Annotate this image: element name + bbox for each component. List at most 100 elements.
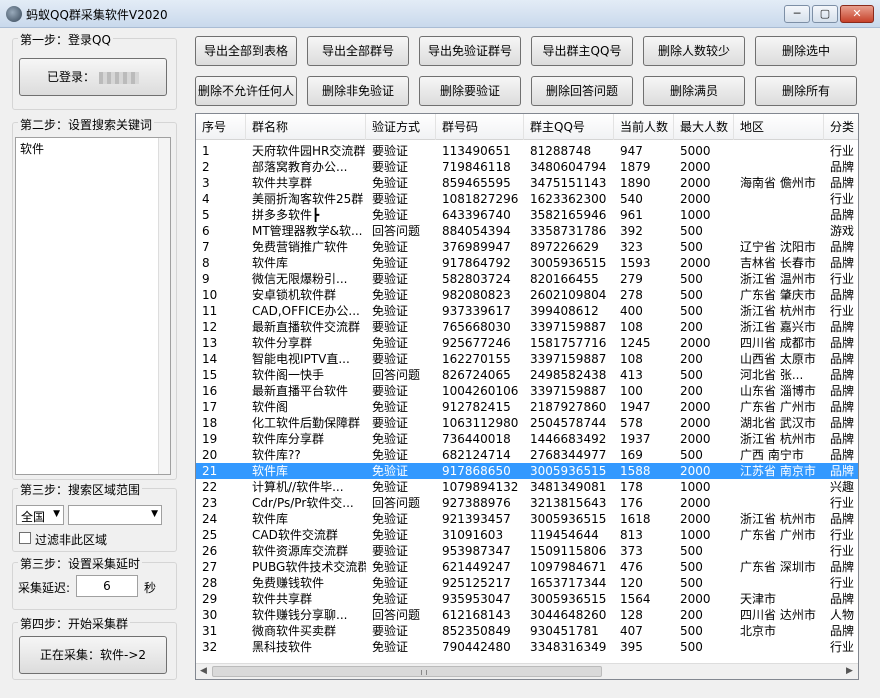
toolbar-button-row1-5[interactable]: 删除人数较少	[643, 36, 745, 66]
table-cell: 回答问题	[372, 224, 421, 238]
table-row[interactable]: 2 部落窝教育办公... 要验证 719846118 3480604794 1879 200…	[196, 159, 858, 175]
toolbar-button-row1-2[interactable]: 导出全部群号	[307, 36, 409, 66]
table-cell: 免验证	[372, 432, 409, 446]
table-row[interactable]: 19 软件库分享群 免验证 736440018 1446683492 1937 2000 浙江…	[196, 431, 858, 447]
city-select[interactable]: ▼	[68, 505, 162, 525]
toolbar-button-row1-1[interactable]: 导出全部到表格	[195, 36, 297, 66]
minimize-button[interactable]: ─	[784, 5, 810, 23]
scroll-left-icon[interactable]: ◀	[200, 666, 207, 676]
column-header[interactable]: 当前人数	[614, 114, 674, 140]
table-row[interactable]: 29 软件共享群 免验证 935953047 3005936515 1564 2000 天津市…	[196, 591, 858, 607]
toolbar-button-row2-3[interactable]: 删除要验证	[419, 76, 521, 106]
table-cell: 免验证	[372, 480, 409, 494]
column-header[interactable]: 群名称	[246, 114, 366, 140]
table-row[interactable]: 12 最新直播软件交流群 要验证 765668030 3397159887 108 200 浙…	[196, 319, 858, 335]
table-row[interactable]: 14 智能电视IPTV直... 要验证 162270155 3397159887 108 2…	[196, 351, 858, 367]
table-row[interactable]: 21 软件库 免验证 917868650 3005936515 1588 2000 江苏省 南…	[196, 463, 858, 479]
toolbar-button-row2-4[interactable]: 删除回答问题	[531, 76, 633, 106]
table-cell: 13	[202, 336, 218, 350]
table-cell: 湖北省 武汉市	[740, 416, 816, 430]
table-row[interactable]: 4 美丽折淘客软件25群 要验证 1081827296 1623362300 540 200…	[196, 191, 858, 207]
scroll-thumb[interactable]	[212, 666, 602, 677]
table-row[interactable]: 26 软件资源库交流群 要验证 953987347 1509115806 373 500 行业	[196, 543, 858, 559]
table-row[interactable]: 25 CAD软件交流群 免验证 31091603 119454644 813 1000 广东省…	[196, 527, 858, 543]
table-cell: 25	[202, 528, 218, 542]
table-cell: 2000	[680, 400, 711, 414]
column-header[interactable]: 群号码	[436, 114, 524, 140]
table-cell: 3	[202, 176, 210, 190]
table-cell: 品牌	[830, 288, 855, 302]
table-row[interactable]: 23 Cdr/Ps/Pr软件交... 回答问题 927388976 3213815643…	[196, 495, 858, 511]
filter-region-checkbox[interactable]	[19, 532, 31, 544]
table-cell: 2000	[680, 416, 711, 430]
table-cell: 16	[202, 384, 218, 398]
column-header[interactable]: 地区	[734, 114, 824, 140]
toolbar-button-row2-1[interactable]: 删除不允许任何人	[195, 76, 297, 106]
table-cell: 500	[680, 576, 703, 590]
table-row[interactable]: 8 软件库 免验证 917864792 3005936515 1593 2000 吉林省 长春…	[196, 255, 858, 271]
table-cell: 937339617	[442, 304, 511, 318]
login-button[interactable]: 已登录：	[19, 58, 167, 96]
table-cell: 15	[202, 368, 218, 382]
table-cell: 2602109804	[530, 288, 607, 302]
toolbar-button-row1-4[interactable]: 导出群主QQ号	[531, 36, 633, 66]
table-row[interactable]: 20 软件库?? 免验证 682124714 2768344977 169 500 广西 南宁…	[196, 447, 858, 463]
table-cell: 1004260106	[442, 384, 519, 398]
table-cell: 免验证	[372, 560, 409, 574]
table-cell: 32	[202, 640, 218, 654]
table-cell: 612168143	[442, 608, 511, 622]
toolbar-button-row2-2[interactable]: 删除非免验证	[307, 76, 409, 106]
delay-input[interactable]: 6	[76, 575, 138, 597]
close-button[interactable]: ✕	[840, 5, 874, 23]
table-cell: 682124714	[442, 448, 511, 462]
toolbar-button-row2-5[interactable]: 删除满员	[643, 76, 745, 106]
table-row[interactable]: 13 软件分享群 免验证 925677246 1581757716 1245 2000 四川省…	[196, 335, 858, 351]
table-cell: 917864792	[442, 256, 511, 270]
table-cell: 826724065	[442, 368, 511, 382]
table-row[interactable]: 3 软件共享群 免验证 859465595 3475151143 1890 2000 海南省 …	[196, 175, 858, 191]
maximize-button[interactable]: ▢	[812, 5, 838, 23]
toolbar-button-row2-6[interactable]: 删除所有	[755, 76, 857, 106]
column-header[interactable]: 验证方式	[366, 114, 436, 140]
toolbar-button-row1-3[interactable]: 导出免验证群号	[419, 36, 521, 66]
table-cell: 23	[202, 496, 218, 510]
table-row[interactable]: 1 天府软件园HR交流群 要验证 113490651 81288748 947 5000 行业	[196, 143, 858, 159]
scroll-right-icon[interactable]: ▶	[846, 666, 853, 676]
table-row[interactable]: 7 免费营销推广软件 免验证 376989947 897226629 323 500 辽宁省 …	[196, 239, 858, 255]
keyword-textarea[interactable]: 软件	[15, 137, 171, 475]
keyword-scrollbar[interactable]	[158, 138, 170, 474]
table-row[interactable]: 27 PUBG软件技术交流群 免验证 621449247 1097984671 476 50…	[196, 559, 858, 575]
column-header[interactable]: 序号	[196, 114, 246, 140]
table-row[interactable]: 32 黑科技软件 免验证 790442480 3348316349 395 500 行业	[196, 639, 858, 655]
table-row[interactable]: 18 化工软件后勤保障群 要验证 1063112980 2504578744 578 200…	[196, 415, 858, 431]
table-row[interactable]: 6 MT管理器教学&软... 回答问题 884054394 3358731786 392 5…	[196, 223, 858, 239]
table-row[interactable]: 11 CAD,OFFICE办公... 免验证 937339617 399408612 40…	[196, 303, 858, 319]
toolbar-button-row1-6[interactable]: 删除选中	[755, 36, 857, 66]
group-results-table[interactable]: 序号 群名称 验证方式 群号码 群主QQ号 当前人数 最大人数 地区 分类 1 天府软件园HR交流…	[195, 113, 859, 680]
table-row[interactable]: 30 软件赚钱分享聊... 回答问题 612168143 3044648260 128 20…	[196, 607, 858, 623]
table-cell: 1446683492	[530, 432, 607, 446]
table-row[interactable]: 10 安卓锁机软件群 免验证 982080823 2602109804 278 500 广东省…	[196, 287, 858, 303]
table-row[interactable]: 17 软件阁 免验证 912782415 2187927860 1947 2000 广东省 广…	[196, 399, 858, 415]
horizontal-scrollbar[interactable]: ◀ ▶	[196, 663, 858, 679]
table-row[interactable]: 5 拼多多软件┣ 免验证 643396740 3582165946 961 1000 品牌	[196, 207, 858, 223]
table-row[interactable]: 31 微商软件买卖群 要验证 852350849 930451781 407 500 北京市 品…	[196, 623, 858, 639]
table-cell: 回答问题	[372, 496, 421, 510]
table-row[interactable]: 24 软件库 免验证 921393457 3005936515 1618 2000 浙江省 杭…	[196, 511, 858, 527]
column-header[interactable]: 最大人数	[674, 114, 734, 140]
column-header[interactable]: 分类	[824, 114, 858, 140]
table-row[interactable]: 15 软件阁一快手 回答问题 826724065 2498582438 413 500 河北省…	[196, 367, 858, 383]
table-cell: 免验证	[372, 304, 409, 318]
table-row[interactable]: 28 免费赚钱软件 免验证 925125217 1653717344 120 500 行业	[196, 575, 858, 591]
table-cell: 413	[620, 368, 643, 382]
table-cell: 200	[680, 320, 703, 334]
region-select[interactable]: 全国 ▼	[16, 505, 64, 525]
table-row[interactable]: 9 微信无限爆粉引... 要验证 582803724 820166455 279 500 浙江…	[196, 271, 858, 287]
table-cell: 品牌	[830, 336, 855, 350]
collect-button[interactable]: 正在采集：软件->2	[19, 636, 167, 674]
table-row[interactable]: 22 计算机//软件毕... 免验证 1079894132 3481349081 178 1…	[196, 479, 858, 495]
table-cell: PUBG软件技术交流群	[252, 560, 366, 574]
column-header[interactable]: 群主QQ号	[524, 114, 614, 140]
table-row[interactable]: 16 最新直播平台软件 要验证 1004260106 3397159887 100 200 山…	[196, 383, 858, 399]
table-cell: 海南省 儋州市	[740, 176, 816, 190]
